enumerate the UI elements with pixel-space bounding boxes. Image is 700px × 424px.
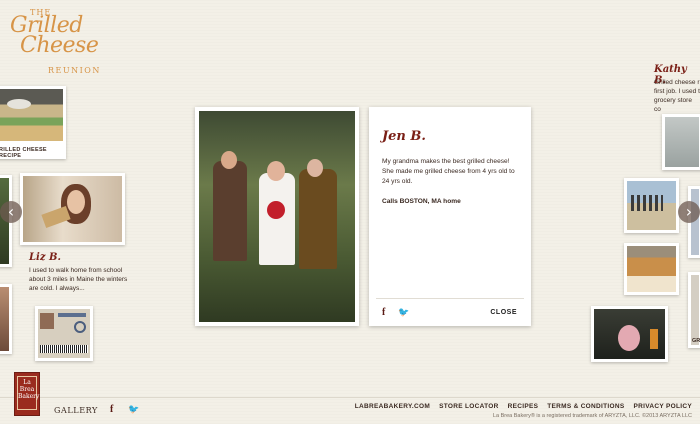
partial-photo-left-2[interactable]: [0, 284, 12, 354]
id-seal: [74, 321, 86, 333]
liz-name[interactable]: Liz B.: [29, 252, 61, 263]
labreabakery-link[interactable]: LABREABAKERY.COM: [355, 403, 430, 410]
logo-script: Grilled Cheese: [10, 15, 100, 58]
privacy-policy-link[interactable]: PRIVACY POLICY: [634, 403, 693, 410]
logo-line2: Cheese: [20, 33, 99, 58]
brand-line-2: Brea: [19, 386, 35, 393]
id-text-bar: [58, 313, 86, 317]
footer-bar: [0, 397, 700, 424]
baby-photo-tile[interactable]: [591, 306, 668, 362]
baby-photo: [594, 309, 665, 359]
story-location: Calls BOSTON, MA home: [382, 198, 461, 205]
liz-photo: [23, 176, 122, 242]
jen-photo: [199, 111, 355, 322]
jen-photo-frame: [195, 107, 359, 326]
story-person-name: Jen B.: [382, 129, 426, 144]
footer-twitter-icon[interactable]: 🐦: [128, 404, 139, 415]
grandpa-face: [221, 151, 237, 169]
close-button[interactable]: CLOSE: [490, 309, 517, 316]
sandwich-photo-right: [627, 246, 676, 292]
liz-snippet: I used to walk home from school about 3 …: [29, 267, 128, 292]
id-card-photo-tile[interactable]: [35, 306, 93, 361]
facebook-share-icon[interactable]: f: [382, 307, 385, 318]
story-text: My grandma makes the best grilled cheese…: [382, 158, 515, 185]
grandma-figure: [299, 169, 337, 269]
liz-sandwich: [41, 205, 71, 229]
la-brea-bakery-logo[interactable]: La Brea Bakery: [14, 372, 40, 416]
legal-text: La Brea Bakery® is a registered trademar…: [492, 413, 692, 419]
id-barcode: [40, 345, 88, 353]
story-divider: [376, 298, 524, 299]
beach-photo: [627, 181, 676, 230]
recipe-tile-label: RILLED CHEESE RECIPE: [0, 147, 47, 159]
store-locator-link[interactable]: STORE LOCATOR: [439, 403, 499, 410]
kathy-snippet: Grilled cheese r first job. I used t gro…: [654, 79, 700, 113]
candle-shape: [650, 329, 658, 349]
sandwich-photo: [0, 89, 63, 141]
story-detail-panel: Jen B. My grandma makes the best grilled…: [369, 107, 531, 326]
brand-line-1: La: [23, 379, 31, 386]
carousel-prev-button[interactable]: ‹: [0, 201, 22, 223]
gallery-link[interactable]: GALLERY: [54, 406, 98, 415]
grandpa-figure: [213, 161, 247, 261]
partial-photo-right-1[interactable]: [662, 114, 700, 170]
id-portrait: [40, 313, 54, 329]
id-card-photo: [38, 309, 90, 358]
partial-photo-right-3-image: [691, 275, 699, 345]
partial-photo-right-1-image: [665, 117, 699, 167]
footer-facebook-icon[interactable]: f: [110, 404, 113, 415]
grilled-cheese-reunion-logo[interactable]: THE Grilled Cheese REUNION: [8, 6, 101, 76]
people-on-beach: [631, 195, 663, 211]
brand-line-3: Bakery: [18, 393, 40, 400]
jen-figure: [259, 173, 295, 265]
liz-face: [67, 190, 85, 214]
footer-nav: LABREABAKERY.COM STORE LOCATOR RECIPES T…: [355, 403, 692, 410]
twitter-share-icon[interactable]: 🐦: [398, 307, 409, 318]
grandma-face: [307, 159, 323, 177]
carousel-next-button[interactable]: ›: [678, 201, 700, 223]
baby-figure: [618, 325, 640, 351]
recipe-tile[interactable]: RILLED CHEESE RECIPE: [0, 86, 66, 159]
jen-face: [267, 161, 285, 181]
recipe-tile-right-label: GR: [692, 338, 700, 344]
terms-link[interactable]: TERMS & CONDITIONS: [547, 403, 624, 410]
bowl-shape: [7, 99, 31, 109]
logo-reunion: REUNION: [48, 66, 101, 75]
recipes-link[interactable]: RECIPES: [508, 403, 539, 410]
partial-photo-left-2-image: [0, 287, 9, 351]
liz-photo-tile[interactable]: [20, 173, 125, 245]
sandwich-photo-tile[interactable]: [624, 243, 679, 295]
beach-photo-tile[interactable]: [624, 178, 679, 233]
brand-inner: La Brea Bakery: [17, 376, 40, 410]
partial-photo-right-3[interactable]: GR: [688, 272, 700, 348]
roses-bouquet: [267, 201, 285, 219]
